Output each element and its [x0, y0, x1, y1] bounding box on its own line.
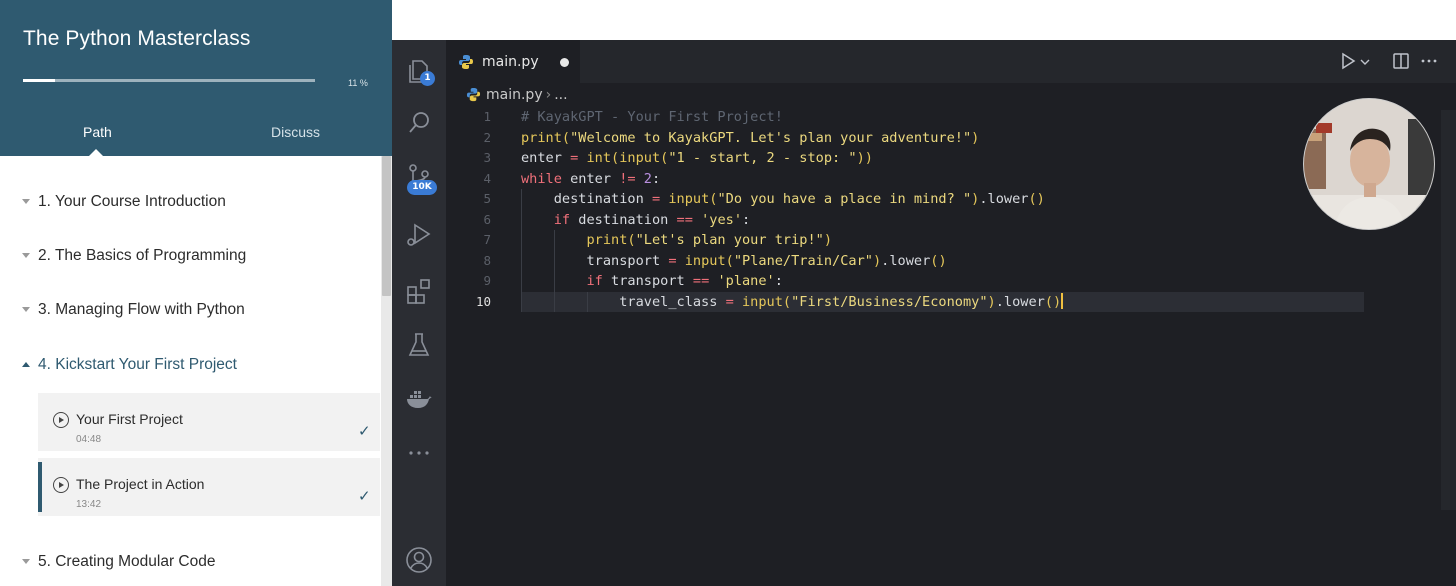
source-control-badge: 10K	[407, 180, 437, 195]
section-label: 3. Managing Flow with Python	[38, 301, 245, 318]
line-number: 6	[483, 211, 491, 227]
more-icon[interactable]	[404, 438, 434, 468]
code-text: # KayakGPT - Your First Project!	[521, 109, 783, 125]
docker-icon[interactable]	[404, 384, 434, 414]
section-basics-of-programming[interactable]: 2. The Basics of Programming	[0, 242, 380, 272]
check-icon: ✓	[358, 422, 371, 440]
scrollbar-thumb[interactable]	[382, 156, 391, 296]
code-text: if destination == 'yes':	[553, 211, 751, 228]
line-number: 3	[483, 150, 491, 165]
collapsed-triangle-icon	[22, 199, 30, 204]
lesson-duration: 04:48	[76, 434, 102, 445]
section-label: 2. The Basics of Programming	[38, 247, 247, 264]
tab-label: main.py	[482, 54, 539, 70]
code-line[interactable]: 5 destination = input("Do you have a pla…	[446, 189, 1456, 210]
code-text: travel_class = input("First/Business/Eco…	[619, 292, 1064, 310]
run-icon[interactable]	[1339, 52, 1357, 70]
breadcrumb-more[interactable]: ...	[554, 87, 567, 103]
code-text: transport = input("Plane/Train/Car").low…	[586, 252, 947, 269]
code-line[interactable]: 2 print("Welcome to KayakGPT. Let's plan…	[446, 128, 1456, 149]
section-course-introduction[interactable]: 1. Your Course Introduction	[0, 188, 380, 218]
code-text: if transport == 'plane':	[586, 273, 783, 289]
code-editor-window: 1 10K main.py main.py › ... 1 # KayakGPT…	[392, 40, 1456, 586]
code-text: print("Let's plan your trip!")	[586, 232, 833, 248]
lesson-title: The Project in Action	[76, 476, 205, 492]
code-text: enter = int(input("1 - start, 2 - stop: …	[521, 150, 873, 166]
line-number: 1	[483, 109, 491, 124]
webcam-overlay	[1303, 98, 1435, 230]
section-label: 5. Creating Modular Code	[38, 553, 216, 570]
section-managing-flow[interactable]: 3. Managing Flow with Python	[0, 296, 380, 326]
play-circle-icon	[53, 477, 69, 493]
line-number: 10	[475, 293, 491, 309]
chevron-down-icon[interactable]	[1359, 52, 1371, 70]
line-number: 8	[483, 252, 491, 268]
lesson-your-first-project[interactable]: Your First Project 04:48 ✓	[38, 393, 380, 451]
tab-main-py[interactable]: main.py	[446, 40, 580, 83]
check-icon: ✓	[358, 487, 371, 505]
unsaved-dot-icon[interactable]	[560, 58, 569, 67]
code-line[interactable]: 6 if destination == 'yes':	[446, 210, 1456, 231]
lesson-title: Your First Project	[76, 411, 183, 427]
python-file-icon	[459, 55, 473, 69]
course-progress-fill	[23, 79, 56, 82]
course-outline: 1. Your Course Introduction 2. The Basic…	[0, 156, 380, 586]
explorer-icon[interactable]: 1	[404, 56, 435, 86]
play-circle-icon	[53, 412, 69, 428]
editor-scrollbar[interactable]	[1441, 110, 1456, 510]
line-number: 9	[483, 273, 491, 288]
search-icon[interactable]	[404, 108, 434, 138]
collapsed-triangle-icon	[22, 307, 30, 312]
editor-tab-strip: main.py	[446, 40, 1456, 83]
course-title: The Python Masterclass	[23, 27, 251, 50]
breadcrumb-file[interactable]: main.py	[486, 87, 543, 103]
text-cursor	[1061, 292, 1064, 309]
line-number: 7	[483, 232, 491, 247]
more-actions-icon[interactable]	[1420, 52, 1438, 70]
code-text: while enter != 2:	[521, 170, 661, 187]
code-line[interactable]: 9 if transport == 'plane':	[446, 271, 1456, 292]
explorer-badge: 1	[420, 71, 435, 86]
code-line[interactable]: 1 # KayakGPT - Your First Project!	[446, 107, 1456, 128]
course-panel: The Python Masterclass 11 % Path Discuss…	[0, 0, 392, 586]
code-line[interactable]: 8 transport = input("Plane/Train/Car").l…	[446, 251, 1456, 272]
course-list-scrollbar[interactable]	[381, 156, 392, 586]
section-kickstart-first-project[interactable]: 4. Kickstart Your First Project	[0, 351, 380, 381]
split-editor-icon[interactable]	[1392, 52, 1410, 70]
course-progress-bar	[23, 79, 315, 82]
extensions-icon[interactable]	[404, 276, 434, 306]
course-progress-label: 11 %	[348, 78, 368, 88]
course-header: The Python Masterclass 11 % Path Discuss	[0, 0, 392, 157]
code-line[interactable]: 7 print("Let's plan your trip!")	[446, 230, 1456, 251]
tab-path[interactable]: Path	[83, 124, 112, 140]
line-number: 4	[483, 170, 491, 186]
expanded-triangle-icon	[22, 362, 30, 367]
collapsed-triangle-icon	[22, 253, 30, 258]
collapsed-triangle-icon	[22, 559, 30, 564]
breadcrumb: main.py ›...	[466, 87, 568, 105]
breadcrumb-separator-icon: ›	[545, 87, 552, 103]
line-number: 2	[483, 129, 491, 145]
lesson-project-in-action[interactable]: The Project in Action 13:42 ✓	[38, 458, 380, 516]
section-label: 4. Kickstart Your First Project	[38, 356, 237, 373]
section-label: 1. Your Course Introduction	[38, 193, 226, 210]
source-control-icon[interactable]: 10K	[404, 162, 437, 195]
line-number: 5	[483, 191, 491, 206]
accounts-icon[interactable]	[404, 545, 434, 575]
code-text: print("Welcome to KayakGPT. Let's plan y…	[521, 129, 980, 146]
python-file-icon	[466, 87, 481, 102]
testing-icon[interactable]	[404, 330, 434, 360]
code-line-current[interactable]: 10 travel_class = input("First/Business/…	[446, 292, 1456, 313]
run-debug-icon[interactable]	[404, 220, 434, 250]
activity-bar: 1 10K	[392, 40, 446, 586]
code-text: destination = input("Do you have a place…	[553, 191, 1045, 207]
tab-discuss[interactable]: Discuss	[271, 124, 320, 140]
section-creating-modular-code[interactable]: 5. Creating Modular Code	[0, 548, 380, 578]
lesson-duration: 13:42	[76, 499, 102, 510]
